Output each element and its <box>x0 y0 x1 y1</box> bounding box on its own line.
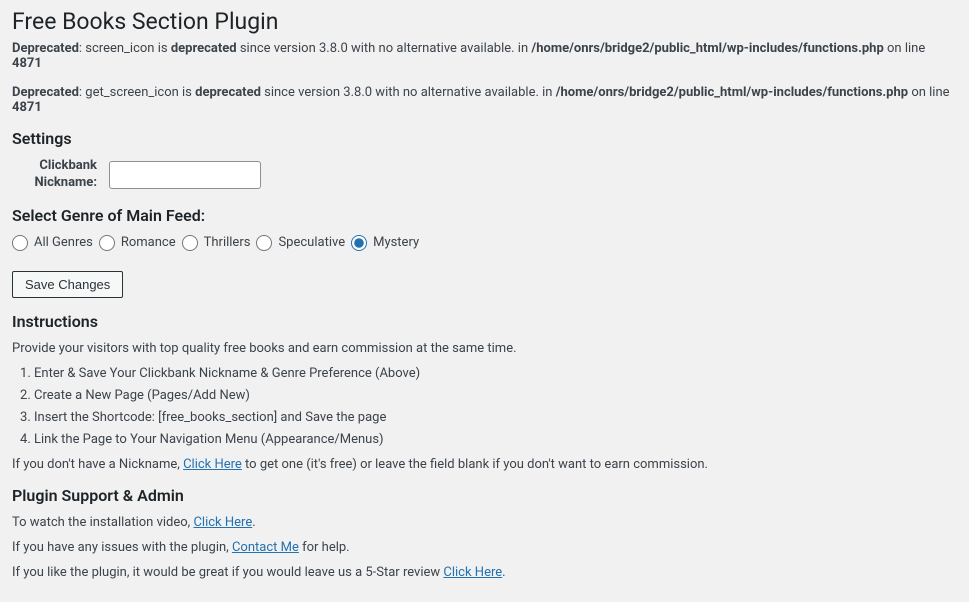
genre-radio-label: All Genres <box>34 235 93 250</box>
instructions-heading: Instructions <box>12 312 957 331</box>
genre-option[interactable]: All Genres <box>12 235 93 251</box>
video-post: . <box>252 515 255 530</box>
nickname-label: Clickbank Nickname: <box>12 158 97 192</box>
genre-radio[interactable] <box>12 235 28 251</box>
genre-radio-label: Mystery <box>373 235 419 250</box>
genre-radio-label: Romance <box>121 235 176 250</box>
genre-radio[interactable] <box>182 235 198 251</box>
instruction-step: Create a New Page (Pages/Add New) <box>34 388 957 403</box>
rating-link[interactable]: Click Here <box>443 565 502 580</box>
save-button[interactable]: Save Changes <box>12 271 123 298</box>
genre-heading: Select Genre of Main Feed: <box>12 206 957 225</box>
video-pre: To watch the installation video, <box>12 515 193 530</box>
nickname-note-pre: If you don't have a Nickname, <box>12 457 183 472</box>
genre-option[interactable]: Thrillers <box>182 235 251 251</box>
issues-note: If you have any issues with the plugin, … <box>12 540 957 555</box>
genre-option[interactable]: Romance <box>99 235 176 251</box>
nickname-note: If you don't have a Nickname, Click Here… <box>12 457 957 472</box>
rating-note: If you like the plugin, it would be grea… <box>12 565 957 580</box>
genre-option[interactable]: Speculative <box>256 235 345 251</box>
instruction-step: Enter & Save Your Clickbank Nickname & G… <box>34 366 957 381</box>
deprecation-notice: Deprecated: screen_icon is deprecated si… <box>12 41 957 71</box>
nickname-input[interactable] <box>109 161 261 189</box>
settings-heading: Settings <box>12 129 957 148</box>
instruction-step: Insert the Shortcode: [free_books_sectio… <box>34 410 957 425</box>
genre-option[interactable]: Mystery <box>351 235 419 251</box>
genre-radio[interactable] <box>256 235 272 251</box>
instructions-intro: Provide your visitors with top quality f… <box>12 341 957 356</box>
rating-post: . <box>502 565 505 580</box>
issues-post: for help. <box>299 540 350 555</box>
genre-radio-group: All Genres Romance Thrillers Speculative Mys… <box>12 235 957 255</box>
nickname-row: Clickbank Nickname: <box>12 158 957 192</box>
genre-radio-label: Speculative <box>278 235 345 250</box>
genre-radio-label: Thrillers <box>204 235 251 250</box>
page-title: Free Books Section Plugin <box>12 8 957 35</box>
support-heading: Plugin Support & Admin <box>12 486 957 505</box>
deprecation-notice: Deprecated: get_screen_icon is deprecate… <box>12 85 957 115</box>
nickname-link[interactable]: Click Here <box>183 457 242 472</box>
genre-radio[interactable] <box>351 235 367 251</box>
genre-radio[interactable] <box>99 235 115 251</box>
nickname-note-post: to get one (it's free) or leave the fiel… <box>242 457 708 472</box>
issues-link[interactable]: Contact Me <box>232 540 299 555</box>
issues-pre: If you have any issues with the plugin, <box>12 540 232 555</box>
instruction-step: Link the Page to Your Navigation Menu (A… <box>34 432 957 447</box>
video-note: To watch the installation video, Click H… <box>12 515 957 530</box>
video-link[interactable]: Click Here <box>193 515 252 530</box>
instructions-list: Enter & Save Your Clickbank Nickname & G… <box>34 366 957 447</box>
rating-pre: If you like the plugin, it would be grea… <box>12 565 443 580</box>
